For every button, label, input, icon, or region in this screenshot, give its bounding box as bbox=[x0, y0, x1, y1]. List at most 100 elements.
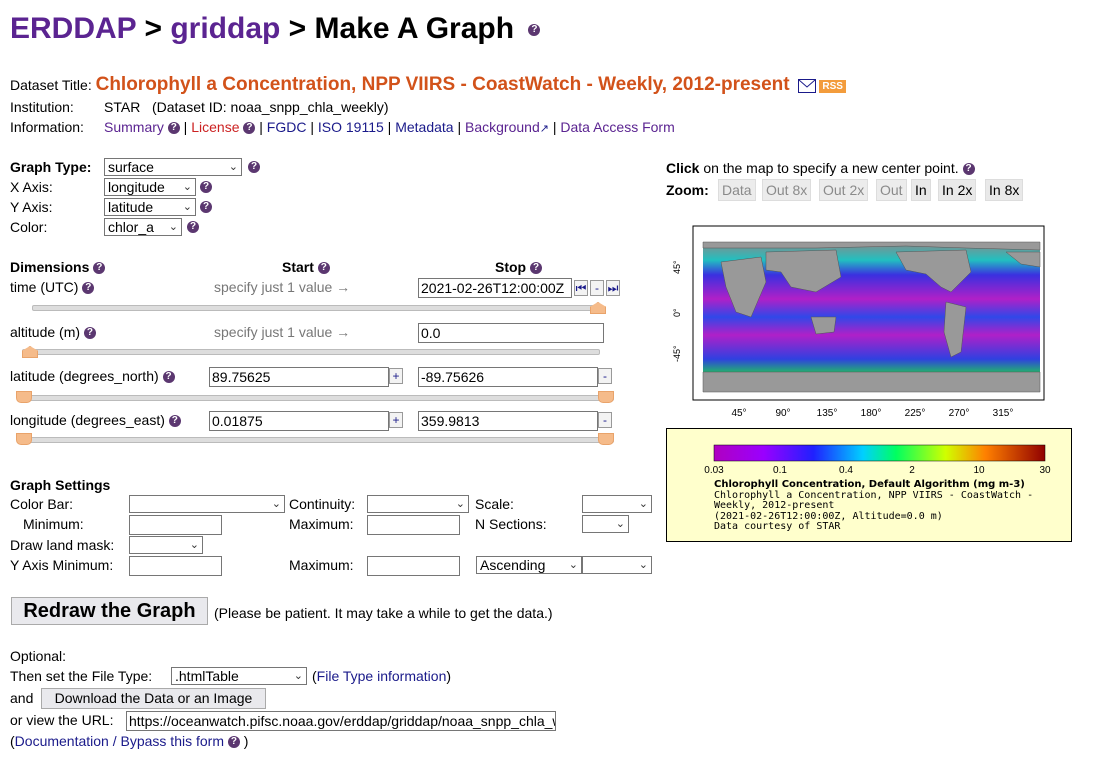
help-icon[interactable]: ? bbox=[227, 736, 240, 749]
zoom-button-data[interactable]: Data bbox=[718, 179, 756, 201]
help-icon[interactable]: ? bbox=[530, 262, 542, 275]
y-axis-max-input[interactable] bbox=[367, 556, 460, 576]
lon-tick: 270° bbox=[949, 408, 970, 419]
lon-tick: 90° bbox=[775, 408, 790, 419]
longitude-right-handle[interactable] bbox=[598, 433, 614, 445]
background-link[interactable]: Background bbox=[465, 119, 540, 135]
altitude-slider[interactable] bbox=[22, 349, 600, 355]
help-icon[interactable]: ? bbox=[248, 161, 260, 173]
zoom-button-out-2x[interactable]: Out 2x bbox=[819, 179, 869, 201]
zoom-button-out-8x[interactable]: Out 8x bbox=[762, 179, 812, 201]
longitude-minus-button[interactable]: - bbox=[598, 412, 612, 428]
longitude-plus-button[interactable]: + bbox=[389, 412, 403, 428]
chevron-down-icon: ⌄ bbox=[182, 181, 192, 193]
legend-dataset-cont: Weekly, 2012-present bbox=[714, 500, 835, 511]
help-icon[interactable]: ? bbox=[528, 24, 541, 37]
erddap-link[interactable]: ERDDAP bbox=[10, 12, 136, 45]
graph-type-select[interactable]: surface ⌄ bbox=[104, 158, 242, 176]
altitude-hint: specify just 1 value → bbox=[214, 324, 351, 340]
rss-icon[interactable]: RSS bbox=[819, 79, 846, 93]
documentation-link[interactable]: Documentation / Bypass this form bbox=[15, 733, 224, 749]
longitude-start-input[interactable]: 0.01875 bbox=[209, 411, 389, 431]
file-type-info-link[interactable]: File Type information bbox=[317, 668, 447, 684]
x-axis-select[interactable]: longitude ⌄ bbox=[104, 178, 196, 196]
download-button[interactable]: Download the Data or an Image bbox=[41, 688, 266, 709]
altitude-slider-handle[interactable] bbox=[22, 346, 38, 358]
graph-settings-header: Graph Settings bbox=[10, 477, 111, 493]
y-axis-scale-select[interactable]: ⌄ bbox=[582, 556, 652, 574]
longitude-stop-input[interactable]: 359.9813 bbox=[418, 411, 598, 431]
data-access-link[interactable]: Data Access Form bbox=[560, 119, 674, 135]
help-icon[interactable]: ? bbox=[82, 282, 95, 295]
nsections-select[interactable]: ⌄ bbox=[582, 515, 629, 533]
land-mask-select[interactable]: ⌄ bbox=[129, 536, 203, 554]
map-svg[interactable]: 45° 0° -45° 45° 90° 135° 180° 225° 270° … bbox=[666, 222, 1066, 420]
license-link[interactable]: License bbox=[191, 119, 239, 135]
time-first-button[interactable]: ⏮ bbox=[574, 280, 588, 296]
latitude-left-handle[interactable] bbox=[16, 391, 32, 403]
help-icon[interactable]: ? bbox=[93, 262, 106, 275]
time-last-button[interactable]: ⏭ bbox=[606, 280, 620, 296]
colorbar-max-input[interactable] bbox=[367, 515, 460, 535]
help-icon[interactable]: ? bbox=[243, 122, 256, 135]
color-select[interactable]: chlor_a ⌄ bbox=[104, 218, 182, 236]
stop-header: Stop ? bbox=[495, 259, 542, 275]
zoom-button-in-8x[interactable]: In 8x bbox=[985, 179, 1024, 201]
color-scale-ticks: 0.03 0.1 0.4 2 10 30 bbox=[704, 465, 1051, 473]
breadcrumb-sep: > bbox=[280, 12, 315, 45]
help-icon[interactable]: ? bbox=[200, 181, 212, 193]
minimum-label: Minimum: bbox=[23, 516, 84, 532]
latitude-plus-button[interactable]: + bbox=[389, 368, 403, 384]
help-icon[interactable]: ? bbox=[200, 201, 212, 213]
latitude-minus-button[interactable]: - bbox=[598, 368, 612, 384]
longitude-slider[interactable] bbox=[22, 437, 614, 443]
altitude-stop-input[interactable]: 0.0 bbox=[418, 323, 604, 343]
institution-value: STAR (Dataset ID: noaa_snpp_chla_weekly) bbox=[104, 99, 389, 115]
map-panel[interactable]: 45° 0° -45° 45° 90° 135° 180° 225° 270° … bbox=[666, 222, 1066, 420]
help-icon[interactable]: ? bbox=[168, 415, 181, 428]
scale-select[interactable]: ⌄ bbox=[582, 495, 652, 513]
latitude-stop-input[interactable]: -89.75626 bbox=[418, 367, 598, 387]
time-minus-button[interactable]: - bbox=[590, 280, 604, 296]
zoom-button-out[interactable]: Out bbox=[876, 179, 907, 201]
time-slider[interactable] bbox=[32, 305, 600, 311]
help-icon[interactable]: ? bbox=[187, 221, 199, 233]
color-bar-select[interactable]: ⌄ bbox=[129, 495, 285, 513]
iso-link[interactable]: ISO 19115 bbox=[318, 119, 384, 135]
help-icon[interactable]: ? bbox=[167, 122, 180, 135]
latitude-slider[interactable] bbox=[22, 395, 614, 401]
summary-link[interactable]: Summary bbox=[104, 119, 164, 135]
time-slider-handle[interactable] bbox=[590, 302, 606, 314]
url-input[interactable]: https://oceanwatch.pifsc.noaa.gov/erddap… bbox=[126, 711, 556, 731]
fgdc-link[interactable]: FGDC bbox=[267, 119, 307, 135]
help-icon[interactable]: ? bbox=[83, 327, 96, 340]
land-mask-label: Draw land mask: bbox=[10, 537, 115, 553]
chevron-down-icon: ⌄ bbox=[168, 221, 178, 233]
url-label: or view the URL: bbox=[10, 712, 114, 728]
file-type-select[interactable]: .htmlTable ⌄ bbox=[171, 667, 307, 685]
y-axis-select[interactable]: latitude ⌄ bbox=[104, 198, 196, 216]
latitude-start-input[interactable]: 89.75625 bbox=[209, 367, 389, 387]
help-icon[interactable]: ? bbox=[162, 371, 175, 384]
email-icon[interactable] bbox=[797, 79, 816, 94]
redraw-button[interactable]: Redraw the Graph bbox=[11, 597, 208, 625]
chevron-down-icon: ⌄ bbox=[568, 559, 578, 571]
longitude-left-handle[interactable] bbox=[16, 433, 32, 445]
ascending-select[interactable]: Ascending ⌄ bbox=[476, 556, 582, 574]
help-icon[interactable]: ? bbox=[962, 163, 975, 176]
zoom-button-in-2x[interactable]: In 2x bbox=[938, 179, 977, 201]
lat-tick-0: 0° bbox=[672, 308, 682, 317]
file-type-label: Then set the File Type: bbox=[10, 668, 153, 684]
y-axis-label: Y Axis: bbox=[10, 199, 53, 215]
griddap-link[interactable]: griddap bbox=[170, 12, 280, 45]
time-stop-input[interactable]: 2021-02-26T12:00:00Z bbox=[418, 278, 572, 298]
colorbar-min-input[interactable] bbox=[129, 515, 222, 535]
scale-tick: 0.1 bbox=[773, 465, 787, 473]
institution-label: Institution: bbox=[10, 99, 74, 115]
metadata-link[interactable]: Metadata bbox=[395, 119, 453, 135]
y-axis-min-input[interactable] bbox=[129, 556, 222, 576]
latitude-right-handle[interactable] bbox=[598, 391, 614, 403]
continuity-select[interactable]: ⌄ bbox=[367, 495, 469, 513]
zoom-button-in[interactable]: In bbox=[911, 179, 931, 201]
help-icon[interactable]: ? bbox=[317, 262, 330, 275]
